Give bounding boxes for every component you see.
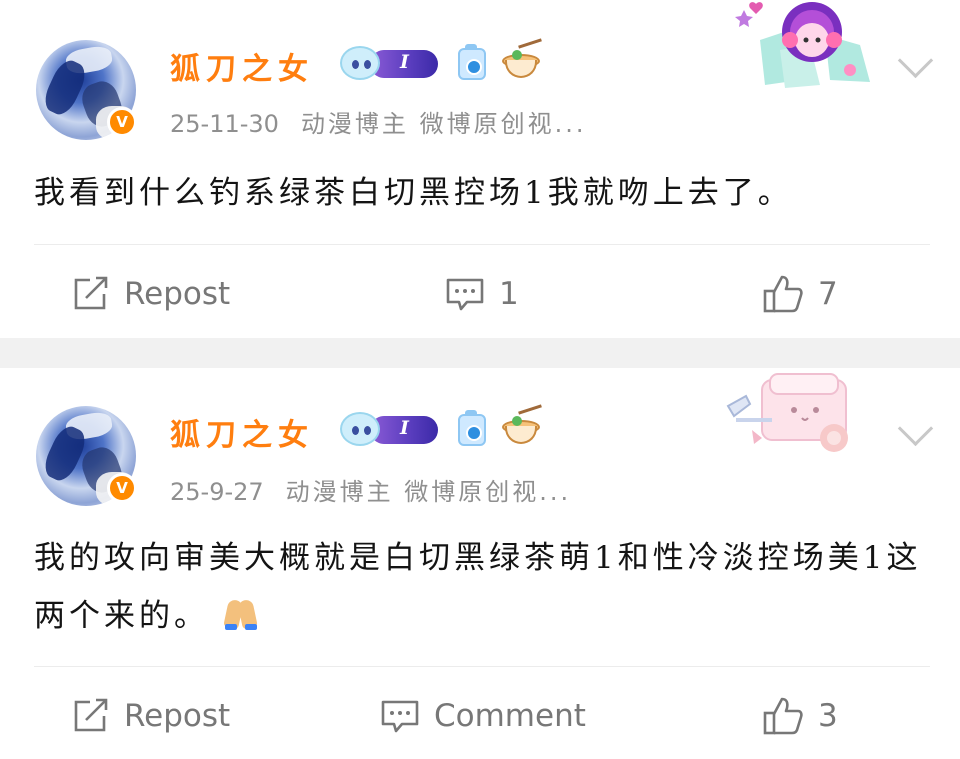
feed-post: V 狐刀之女 I 25-9-27 动漫博主 微博原创视... 我的攻向审美大概就是… bbox=[0, 368, 960, 759]
verified-v-icon: V bbox=[107, 473, 137, 503]
like-button[interactable]: 7 bbox=[762, 264, 838, 324]
feed-separator bbox=[0, 338, 960, 368]
repost-icon bbox=[74, 698, 108, 732]
post-actions: Repost 1 7 bbox=[0, 264, 960, 324]
noodle-bowl-badge-icon[interactable] bbox=[500, 404, 542, 448]
user-level-badge[interactable]: I bbox=[340, 410, 440, 448]
verified-v-icon: V bbox=[107, 107, 137, 137]
repost-button[interactable]: Repost bbox=[72, 686, 230, 746]
like-icon bbox=[763, 275, 803, 313]
feed-post: V 狐刀之女 I 25-11-30 动漫博主 微博原创视... 我看到什么钓系绿茶… bbox=[0, 0, 960, 338]
chevron-down-icon[interactable] bbox=[897, 410, 934, 447]
noodle-bowl-badge-icon[interactable] bbox=[500, 38, 542, 82]
repost-icon bbox=[74, 276, 108, 310]
user-level-badge[interactable]: I bbox=[340, 44, 440, 82]
comment-icon bbox=[381, 700, 419, 733]
divider bbox=[34, 244, 930, 245]
ghost-mascot-icon bbox=[340, 412, 380, 446]
user-level: I bbox=[400, 51, 409, 73]
ghost-mascot-icon bbox=[340, 46, 380, 80]
post-content: 我看到什么钓系绿茶白切黑控场1我就吻上去了。 bbox=[34, 175, 793, 211]
post-content-text: 我的攻向审美大概就是白切黑绿茶萌1和性冷淡控场美1这两个来的。 bbox=[34, 540, 922, 634]
post-date: 25-11-30 bbox=[170, 110, 279, 138]
post-date: 25-9-27 bbox=[170, 478, 264, 506]
user-level: I bbox=[400, 417, 409, 439]
post-meta: 25-9-27 动漫博主 微博原创视... bbox=[170, 472, 571, 507]
folded-hands-emoji-icon bbox=[223, 598, 259, 630]
post-source[interactable]: 动漫博主 微博原创视... bbox=[286, 478, 572, 506]
post-actions: Repost Comment 3 bbox=[0, 686, 960, 746]
cat-cake-card-decoration-icon bbox=[726, 373, 848, 452]
repost-button[interactable]: Repost bbox=[72, 264, 230, 324]
camera-badge-icon[interactable] bbox=[458, 44, 486, 80]
post-meta: 25-11-30 动漫博主 微博原创视... bbox=[170, 104, 586, 139]
post-content: 我的攻向审美大概就是白切黑绿茶萌1和性冷淡控场美1这两个来的。 bbox=[34, 529, 930, 645]
comment-button[interactable]: 1 bbox=[445, 264, 519, 324]
divider bbox=[34, 666, 930, 667]
comment-button[interactable]: Comment bbox=[380, 686, 586, 746]
comment-label: Comment bbox=[434, 698, 586, 734]
repost-label: Repost bbox=[124, 698, 231, 734]
comment-icon bbox=[446, 278, 484, 311]
comment-label: 1 bbox=[499, 276, 519, 312]
like-count: 7 bbox=[818, 276, 838, 312]
username[interactable]: 狐刀之女 bbox=[170, 410, 314, 454]
like-count: 3 bbox=[818, 698, 838, 734]
post-source[interactable]: 动漫博主 微博原创视... bbox=[301, 110, 587, 138]
username[interactable]: 狐刀之女 bbox=[170, 44, 314, 88]
camera-badge-icon[interactable] bbox=[458, 410, 486, 446]
chevron-down-icon[interactable] bbox=[897, 42, 934, 79]
like-icon bbox=[763, 697, 803, 735]
jellyfish-card-decoration-icon bbox=[735, 2, 870, 88]
repost-label: Repost bbox=[124, 276, 231, 312]
like-button[interactable]: 3 bbox=[762, 686, 838, 746]
